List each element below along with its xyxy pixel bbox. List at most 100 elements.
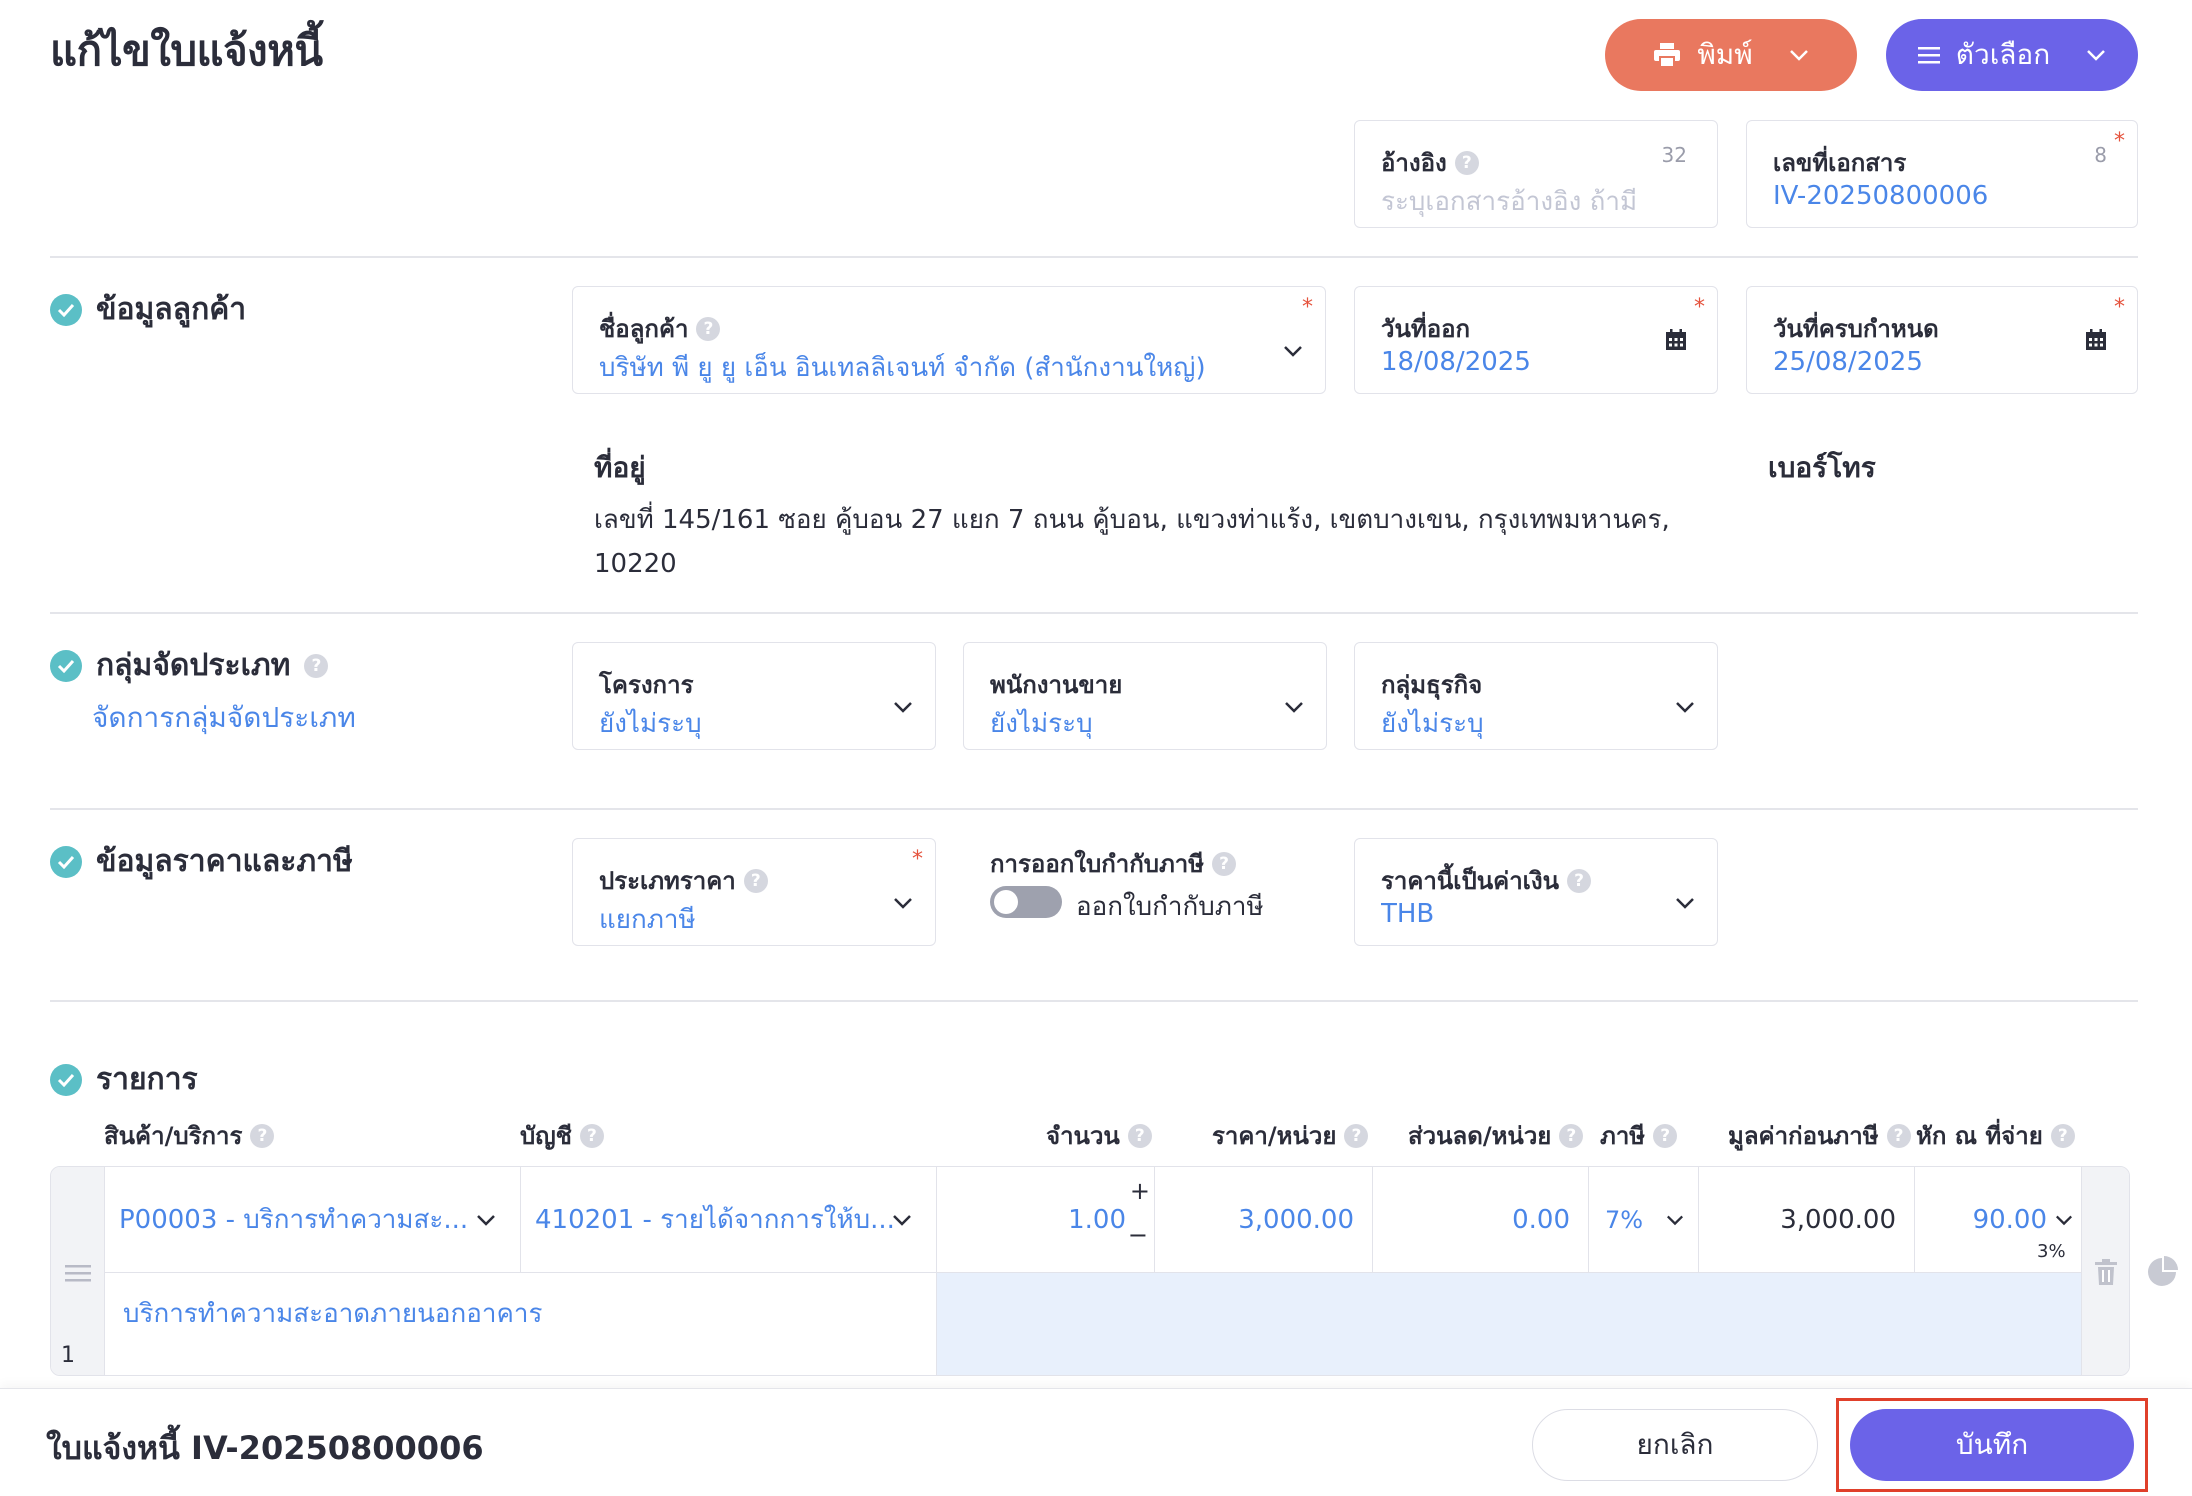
col-tax-label: ภาษี bbox=[1600, 1122, 1646, 1150]
chevron-down-icon bbox=[1667, 1215, 1683, 1225]
col-qty-label: จำนวน bbox=[1046, 1122, 1120, 1150]
tax-invoice-toggle[interactable] bbox=[990, 886, 1062, 918]
check-circle-icon bbox=[50, 649, 82, 682]
help-icon[interactable]: ? bbox=[1567, 868, 1592, 893]
options-button[interactable]: ตัวเลือก bbox=[1886, 19, 2138, 91]
help-icon[interactable]: ? bbox=[1559, 1123, 1584, 1148]
chevron-down-icon bbox=[1284, 346, 1302, 357]
account-value: 410201 - รายได้จากการให้บ... bbox=[535, 1205, 895, 1235]
items-section-label: รายการ bbox=[96, 1062, 198, 1097]
product-value: P00003 - บริการทำความสะ... bbox=[119, 1205, 469, 1235]
col-account: บัญชี? bbox=[520, 1116, 604, 1155]
required-marker: * bbox=[1302, 295, 1313, 320]
tax-invoice-label-text: การออกใบกำกับภาษี bbox=[990, 850, 1205, 878]
check-circle-icon bbox=[50, 845, 82, 878]
increment-icon[interactable]: + bbox=[1130, 1177, 1150, 1205]
doc-number-field[interactable]: เลขที่เอกสาร 8 * IV-20250800006 bbox=[1746, 120, 2138, 228]
help-icon[interactable]: ? bbox=[579, 1123, 604, 1148]
address-text: เลขที่ 145/161 ซอย คู้บอน 27 แยก 7 ถนน ค… bbox=[594, 505, 1670, 579]
due-date-field[interactable]: วันที่ครบกำหนด * 25/08/2025 bbox=[1746, 286, 2138, 394]
chevron-down-icon bbox=[2056, 1215, 2072, 1225]
trash-icon[interactable] bbox=[2095, 1259, 2117, 1285]
manage-groups-link[interactable]: จัดการกลุ่มจัดประเภท bbox=[92, 696, 356, 740]
menu-icon bbox=[1917, 47, 1940, 64]
issue-date-label: วันที่ออก bbox=[1381, 315, 1471, 343]
issue-date-input[interactable]: 18/08/2025 bbox=[1381, 347, 1531, 377]
issue-date-field[interactable]: วันที่ออก * 18/08/2025 bbox=[1354, 286, 1718, 394]
business-group-select[interactable]: กลุ่มธุรกิจ ยังไม่ระบุ bbox=[1354, 642, 1718, 750]
calendar-icon[interactable] bbox=[2085, 329, 2107, 351]
calendar-icon[interactable] bbox=[1665, 329, 1687, 351]
check-circle-icon bbox=[50, 293, 82, 326]
reference-field[interactable]: อ้างอิง? 32 ระบุเอกสารอ้างอิง ถ้ามี bbox=[1354, 120, 1718, 228]
tax-invoice-label: การออกใบกำกับภาษี? bbox=[990, 844, 1237, 883]
drag-handle-icon[interactable] bbox=[65, 1263, 91, 1283]
check-circle-icon bbox=[50, 1063, 82, 1096]
price-section-label: ข้อมูลราคาและภาษี bbox=[96, 844, 353, 879]
items-table: 1 P00003 - บริการทำความสะ... 410201 - รา… bbox=[50, 1166, 2130, 1376]
help-icon[interactable]: ? bbox=[743, 868, 768, 893]
required-marker: * bbox=[912, 847, 923, 872]
help-icon[interactable]: ? bbox=[1344, 1123, 1369, 1148]
required-marker: * bbox=[1694, 295, 1705, 320]
qty-input[interactable]: 1.00 + − bbox=[937, 1167, 1155, 1273]
divider bbox=[50, 1000, 2138, 1002]
decrement-icon[interactable]: − bbox=[1128, 1221, 1148, 1249]
chevron-down-icon bbox=[1676, 702, 1694, 713]
reference-input[interactable]: ระบุเอกสารอ้างอิง ถ้ามี bbox=[1381, 181, 1637, 222]
doc-number-input[interactable]: IV-20250800006 bbox=[1773, 181, 1988, 211]
help-icon[interactable]: ? bbox=[696, 316, 721, 341]
item-description-input[interactable]: บริการทำความสะอาดภายนอกอาคาร bbox=[105, 1273, 937, 1375]
discount-value: 0.00 bbox=[1512, 1204, 1570, 1235]
options-button-label: ตัวเลือก bbox=[1955, 38, 2051, 71]
help-icon[interactable]: ? bbox=[304, 653, 329, 678]
currency-value: THB bbox=[1381, 899, 1435, 929]
help-icon[interactable]: ? bbox=[250, 1123, 275, 1148]
price-input[interactable]: 3,000.00 bbox=[1155, 1167, 1373, 1273]
required-marker: * bbox=[2114, 295, 2125, 320]
item-description: บริการทำความสะอาดภายนอกอาคาร bbox=[123, 1299, 543, 1329]
customer-section-label: ข้อมูลลูกค้า bbox=[96, 292, 247, 327]
tax-select[interactable]: 7% bbox=[1589, 1167, 1699, 1273]
col-qty: จำนวน? bbox=[1046, 1116, 1152, 1155]
reference-char-count: 32 bbox=[1661, 143, 1687, 167]
pie-chart-icon[interactable] bbox=[2146, 1256, 2178, 1288]
salesperson-select[interactable]: พนักงานขาย ยังไม่ระบุ bbox=[963, 642, 1327, 750]
product-select[interactable]: P00003 - บริการทำความสะ... bbox=[105, 1167, 521, 1273]
price-type-select[interactable]: ประเภทราคา? * แยกภาษี bbox=[572, 838, 936, 946]
wht-value: 90.00 bbox=[1972, 1204, 2047, 1235]
discount-input[interactable]: 0.00 bbox=[1373, 1167, 1589, 1273]
chevron-down-icon bbox=[1285, 702, 1303, 713]
print-button[interactable]: พิมพ์ bbox=[1605, 19, 1857, 91]
project-select[interactable]: โครงการ ยังไม่ระบุ bbox=[572, 642, 936, 750]
tax-invoice-toggle-label: ออกใบกำกับภาษี bbox=[1076, 892, 1264, 922]
help-icon[interactable]: ? bbox=[1653, 1123, 1678, 1148]
customer-value: บริษัท พี ยู ยู เอ็น อินเทลลิเจนท์ จำกัด… bbox=[599, 353, 1206, 383]
help-icon[interactable]: ? bbox=[1454, 150, 1479, 175]
help-icon[interactable]: ? bbox=[1886, 1123, 1911, 1148]
tax-value: 7% bbox=[1605, 1205, 1644, 1234]
divider bbox=[50, 256, 2138, 258]
price-value: 3,000.00 bbox=[1238, 1204, 1354, 1235]
price-section-title: ข้อมูลราคาและภาษี bbox=[50, 838, 353, 885]
col-product-label: สินค้า/บริการ bbox=[104, 1122, 243, 1150]
help-icon[interactable]: ? bbox=[2050, 1123, 2075, 1148]
col-account-label: บัญชี bbox=[520, 1122, 572, 1150]
price-type-value: แยกภาษี bbox=[599, 905, 696, 935]
help-icon[interactable]: ? bbox=[1127, 1123, 1152, 1148]
currency-label: ราคานี้เป็นค่าเงิน bbox=[1381, 867, 1560, 895]
due-date-input[interactable]: 25/08/2025 bbox=[1773, 347, 1923, 377]
address-label: ที่อยู่ bbox=[594, 451, 646, 484]
currency-select[interactable]: ราคานี้เป็นค่าเงิน? THB bbox=[1354, 838, 1718, 946]
account-select[interactable]: 410201 - รายได้จากการให้บ... bbox=[521, 1167, 937, 1273]
help-icon[interactable]: ? bbox=[1212, 851, 1237, 876]
divider bbox=[50, 808, 2138, 810]
customer-select[interactable]: ชื่อลูกค้า? * บริษัท พี ยู ยู เอ็น อินเท… bbox=[572, 286, 1326, 394]
chevron-down-icon bbox=[1789, 50, 1808, 61]
cancel-button[interactable]: ยกเลิก bbox=[1532, 1409, 1818, 1481]
reference-label: อ้างอิง bbox=[1381, 149, 1447, 177]
price-type-label: ประเภทราคา bbox=[599, 867, 736, 895]
col-wht-label: หัก ณ ที่จ่าย bbox=[1916, 1122, 2043, 1150]
customer-label: ชื่อลูกค้า bbox=[599, 315, 689, 343]
doc-number-label: เลขที่เอกสาร bbox=[1773, 149, 1907, 177]
